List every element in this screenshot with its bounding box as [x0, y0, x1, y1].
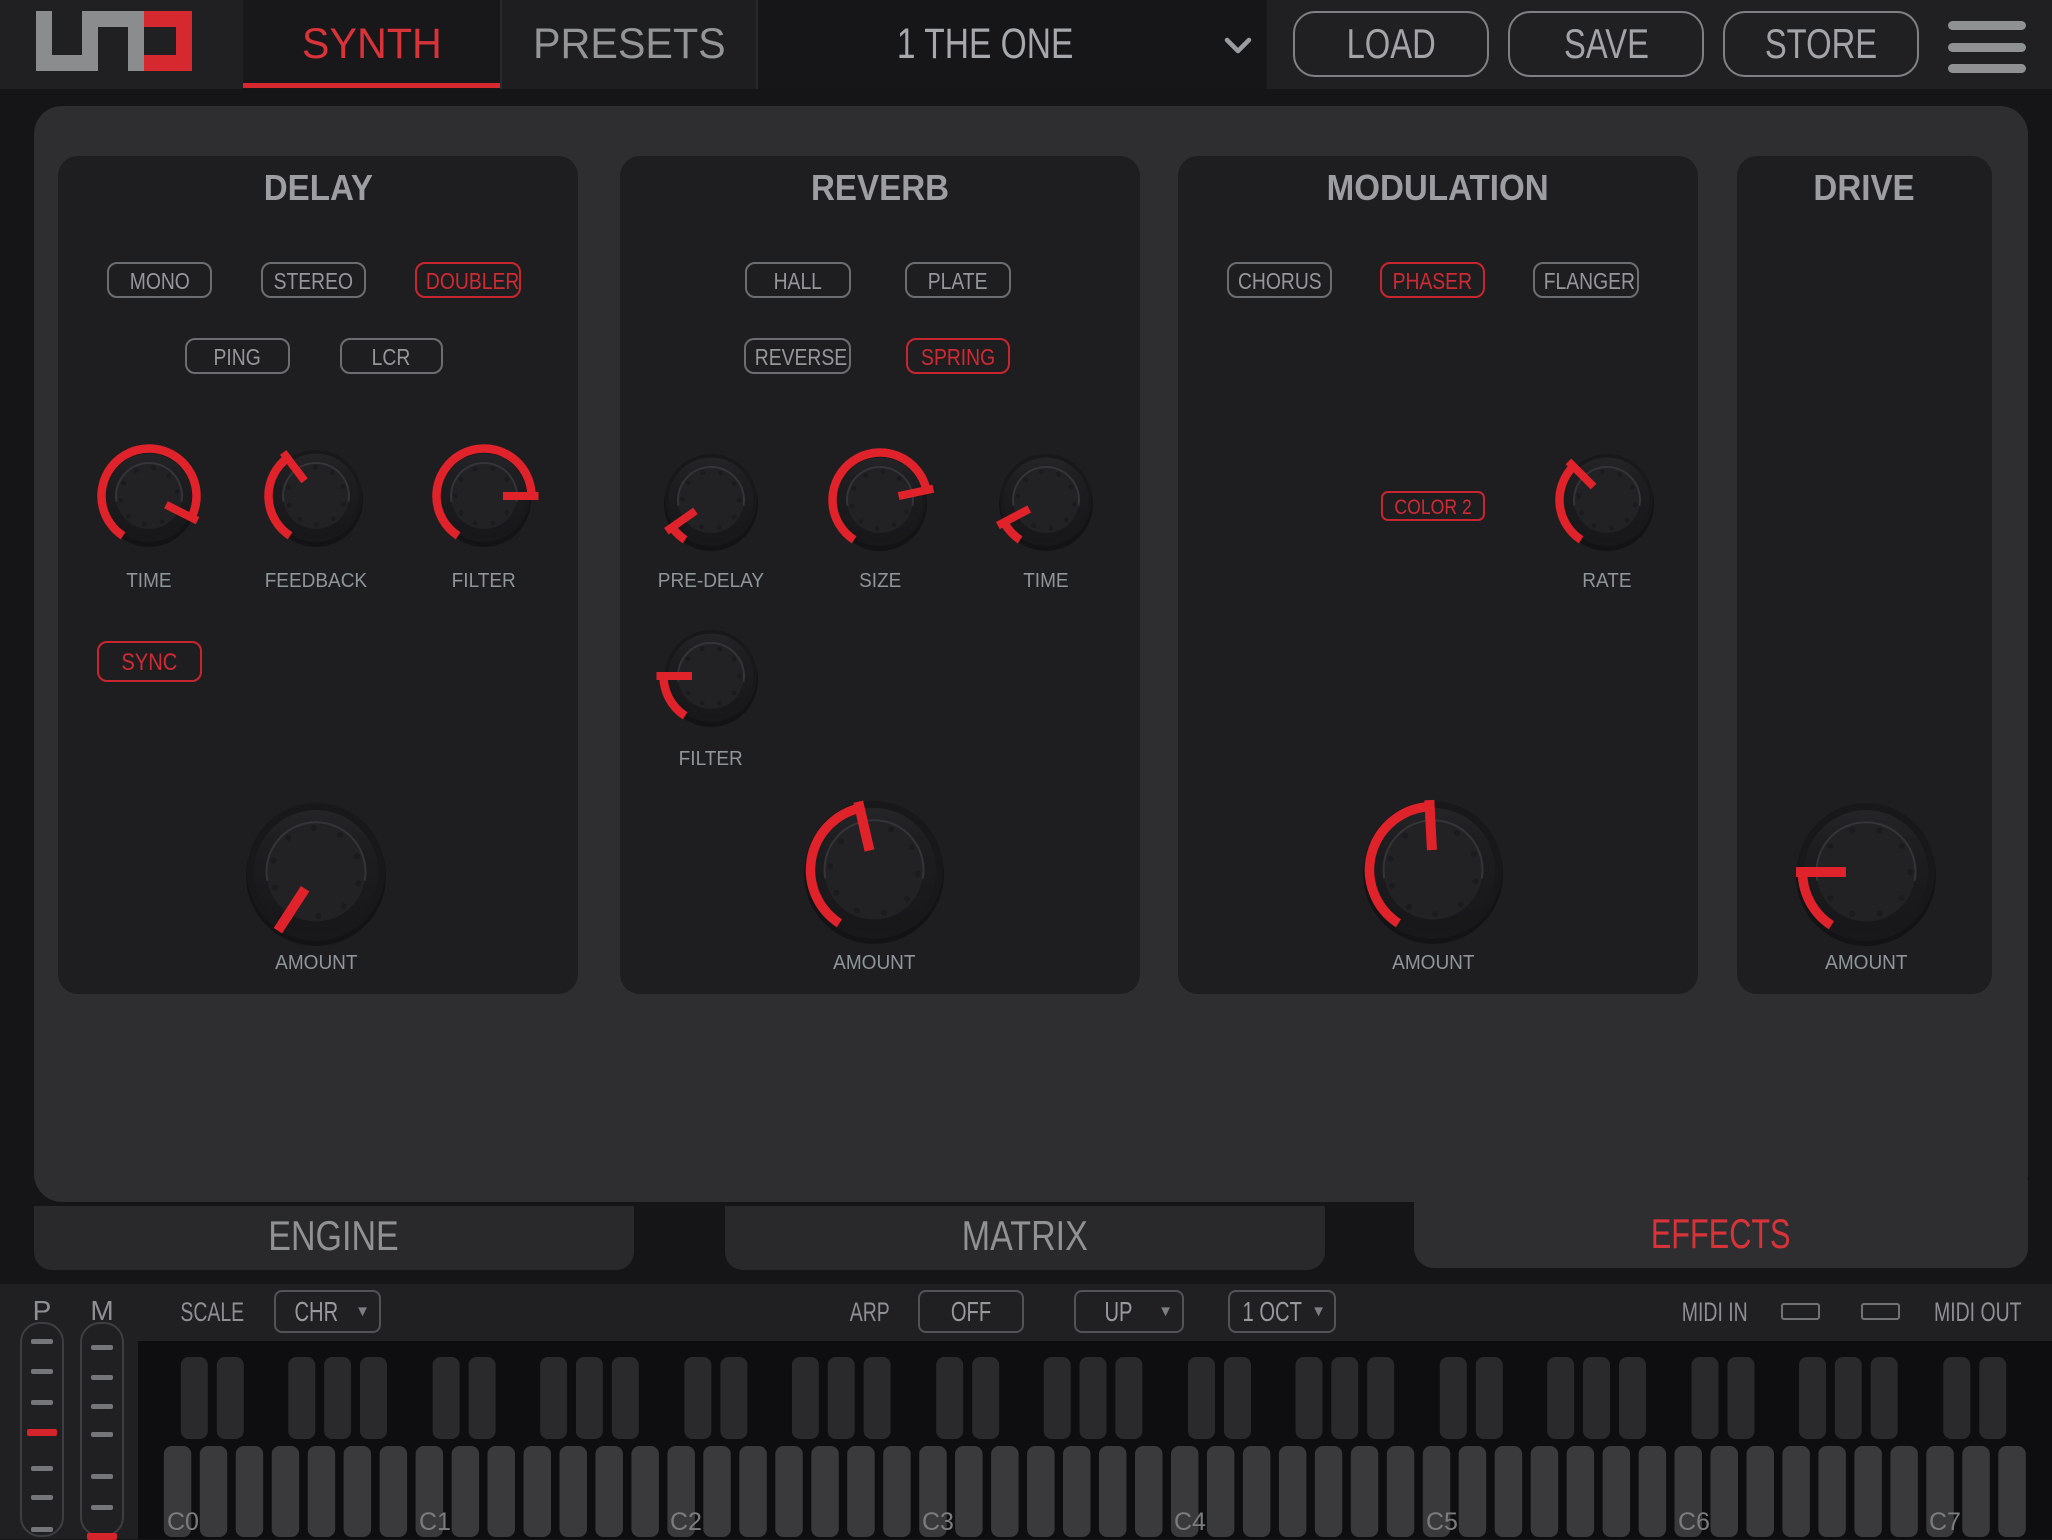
svg-text:C4: C4 — [1174, 1508, 1206, 1536]
svg-text:C3: C3 — [922, 1508, 954, 1536]
svg-text:C1: C1 — [419, 1508, 451, 1536]
svg-text:C7: C7 — [1929, 1508, 1961, 1536]
svg-text:C0: C0 — [167, 1508, 199, 1536]
svg-text:C2: C2 — [670, 1508, 702, 1536]
svg-text:C5: C5 — [1426, 1508, 1458, 1536]
svg-text:C6: C6 — [1678, 1508, 1710, 1536]
